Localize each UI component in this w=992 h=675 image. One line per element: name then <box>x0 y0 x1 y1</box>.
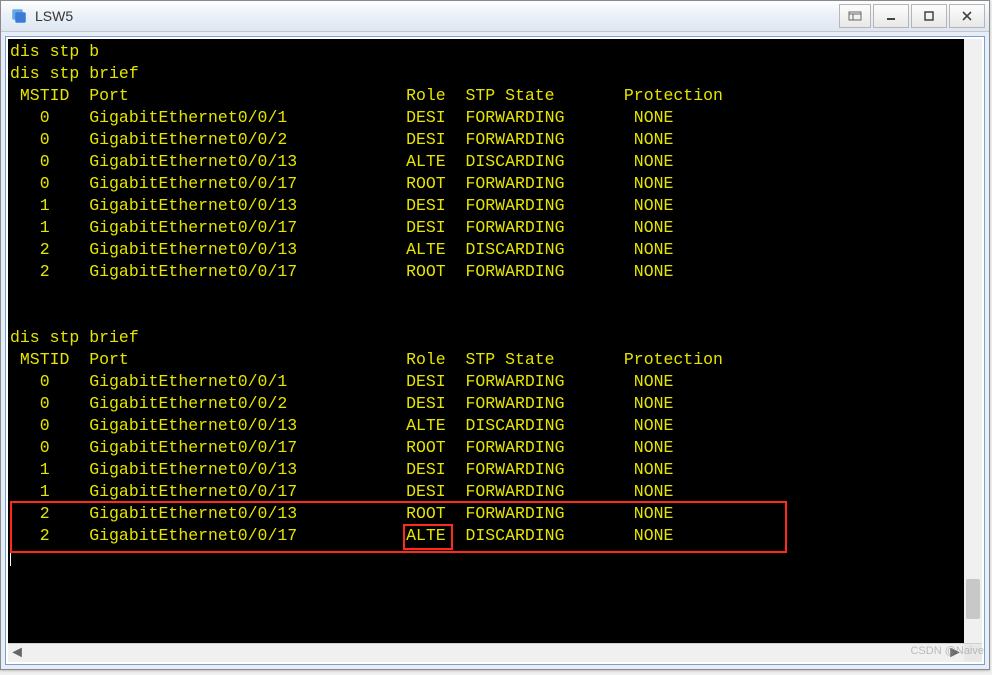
title-bar: LSW5 <box>1 1 989 32</box>
maximize-button[interactable] <box>911 4 947 28</box>
close-button[interactable] <box>949 4 985 28</box>
app-icon <box>9 6 29 26</box>
window-controls <box>837 4 985 28</box>
vertical-scrollbar[interactable] <box>964 39 982 643</box>
scrollbar-thumb[interactable] <box>966 579 980 619</box>
horizontal-scrollbar[interactable]: ◄ ► <box>8 643 982 662</box>
terminal-frame: dis stp b dis stp brief MSTID Port Role … <box>1 32 989 669</box>
minimize-button[interactable] <box>873 4 909 28</box>
scroll-right-icon[interactable]: ► <box>946 644 964 662</box>
terminal-output[interactable]: dis stp b dis stp brief MSTID Port Role … <box>8 39 982 643</box>
window-menu-button[interactable] <box>839 4 871 28</box>
window-title: LSW5 <box>35 8 837 24</box>
scroll-left-icon[interactable]: ◄ <box>8 644 26 662</box>
app-window: LSW5 dis stp b dis stp brief MSTID Port … <box>0 0 990 670</box>
